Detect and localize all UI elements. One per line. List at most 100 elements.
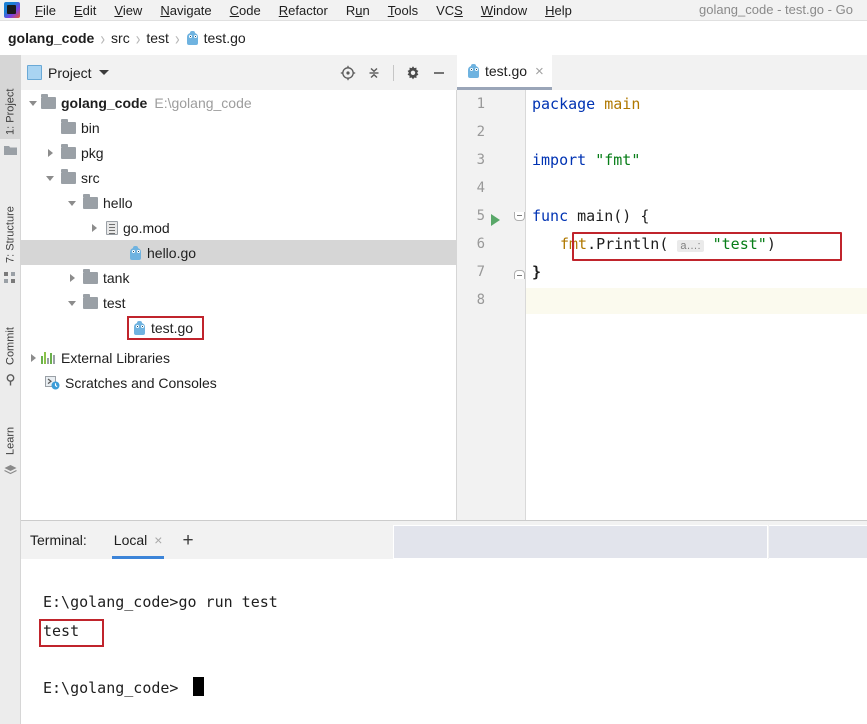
libraries-icon — [41, 351, 56, 364]
window-title: golang_code - test.go - Go — [699, 2, 853, 17]
breadcrumb-item-src[interactable]: src — [111, 30, 130, 46]
folder-icon — [61, 118, 76, 134]
chevron-down-icon[interactable] — [44, 171, 58, 185]
select-opened-file-icon[interactable] — [336, 61, 360, 85]
tree-row-hello[interactable]: hello — [21, 190, 456, 215]
sidebar-item-project[interactable]: 1: Project — [0, 55, 21, 139]
sidebar-item-commit[interactable]: Commit — [0, 301, 21, 369]
terminal-label: Terminal: — [30, 532, 87, 548]
breadcrumb-separator: › — [174, 27, 180, 49]
close-icon[interactable]: × — [154, 532, 162, 548]
caret-row-highlight-text — [526, 288, 867, 314]
tree-row-tank[interactable]: tank — [21, 265, 456, 290]
breadcrumb-item-test[interactable]: test — [146, 30, 169, 46]
tree-path-label: E:\golang_code — [154, 94, 252, 111]
chevron-right-icon[interactable] — [66, 271, 80, 285]
tree-row-bin[interactable]: bin — [21, 115, 456, 140]
fold-close-icon[interactable] — [514, 270, 525, 279]
gear-icon[interactable] — [401, 61, 425, 85]
breadcrumb-item-project[interactable]: golang_code — [8, 30, 94, 46]
minimize-icon[interactable] — [427, 61, 451, 85]
close-icon[interactable]: × — [535, 64, 544, 79]
terminal-header-panel-left — [393, 525, 768, 559]
project-tool-window-title: Project — [48, 64, 92, 81]
menu-item-refactor[interactable]: Refactor — [270, 2, 337, 19]
run-gutter-icon[interactable] — [491, 214, 500, 226]
menu-item-edit[interactable]: Edit — [65, 2, 105, 19]
chevron-right-icon[interactable] — [88, 221, 102, 235]
token-keyword: import — [532, 151, 587, 169]
annotation-box-terminal-output — [39, 619, 104, 647]
commit-icon — [4, 373, 17, 386]
collapse-all-icon[interactable] — [362, 61, 386, 85]
fold-open-icon[interactable] — [514, 212, 525, 221]
menu-item-navigate[interactable]: Navigate — [151, 2, 220, 19]
folder-icon — [83, 293, 98, 309]
menu-item-code[interactable]: Code — [221, 2, 270, 19]
menu-item-window[interactable]: Window — [472, 2, 536, 19]
tree-row-scratches[interactable]: Scratches and Consoles — [21, 370, 456, 395]
tree-label: External Libraries — [61, 349, 170, 366]
line-number: 1 — [476, 96, 485, 112]
token-keyword: func — [532, 207, 569, 225]
token-package-name: main — [604, 95, 641, 113]
stripe-label-project: 1: Project — [4, 88, 17, 135]
go-file-icon — [186, 31, 199, 45]
menu-item-run[interactable]: Run — [337, 2, 379, 19]
project-window-icon — [27, 65, 42, 80]
goland-ide-window: File Edit View Navigate Code Refactor Ru… — [0, 0, 867, 724]
code-line-1: package main — [532, 95, 640, 113]
tree-row-hello-go[interactable]: hello.go — [21, 240, 456, 265]
tree-row-go-mod[interactable]: go.mod — [21, 215, 456, 240]
line-number: 5 — [476, 208, 485, 224]
goland-logo-icon — [4, 2, 20, 18]
chevron-down-icon[interactable] — [98, 70, 109, 75]
sidebar-item-learn[interactable]: Learn — [0, 403, 21, 459]
folder-icon — [41, 93, 56, 109]
menu-item-help[interactable]: Help — [536, 2, 581, 19]
sidebar-item-structure[interactable]: 7: Structure — [0, 167, 21, 267]
gutter-separator — [525, 90, 526, 520]
project-tree[interactable]: golang_code E:\golang_code bin pkg src h… — [21, 90, 457, 520]
tab-test-go[interactable]: test.go × — [457, 55, 552, 90]
learn-icon — [4, 463, 17, 476]
chevron-right-icon[interactable] — [44, 146, 58, 160]
tree-label: golang_code — [61, 94, 148, 111]
menu-item-tools[interactable]: Tools — [379, 2, 427, 19]
tree-row-test-go[interactable]: test.go — [21, 315, 456, 340]
go-mod-icon — [106, 220, 118, 235]
project-tool-window-header: Project — [21, 55, 457, 90]
line-number: 4 — [476, 180, 485, 196]
go-file-icon — [129, 245, 142, 260]
code-line-5: func main() { — [532, 207, 649, 225]
stripe-label-commit: Commit — [4, 327, 17, 365]
terminal-tab-local[interactable]: Local × — [111, 521, 165, 559]
folder-icon — [83, 268, 98, 284]
tree-label: hello — [103, 194, 133, 211]
tree-row-golang_code[interactable]: golang_code E:\golang_code — [21, 90, 456, 115]
go-file-icon — [467, 64, 480, 78]
menu-item-file[interactable]: File — [26, 2, 65, 19]
tree-row-src[interactable]: src — [21, 165, 456, 190]
chevron-down-icon[interactable] — [66, 196, 80, 210]
scratches-icon — [45, 375, 60, 390]
terminal-output[interactable]: E:\golang_code>go run test test E:\golan… — [21, 559, 867, 724]
add-terminal-button[interactable]: + — [182, 531, 193, 550]
line-number: 8 — [476, 292, 485, 308]
code-line-7: } — [532, 263, 541, 281]
menu-item-vcs[interactable]: VCS — [427, 2, 472, 19]
menu-item-view[interactable]: View — [105, 2, 151, 19]
breadcrumb-item-file[interactable]: test.go — [204, 30, 246, 46]
breadcrumb: golang_code › src › test › test.go — [0, 21, 867, 55]
tree-row-external-libraries[interactable]: External Libraries — [21, 345, 456, 370]
chevron-right-icon[interactable] — [27, 351, 41, 365]
tree-row-pkg[interactable]: pkg — [21, 140, 456, 165]
code-editor[interactable]: 1 2 3 4 5 6 7 8 package main import "fmt… — [457, 90, 867, 520]
tree-label: tank — [103, 269, 130, 286]
toolbar-divider — [393, 64, 394, 81]
terminal-line-prompt: E:\golang_code> — [43, 679, 179, 697]
terminal-tab-label: Local — [113, 532, 148, 548]
chevron-down-icon[interactable] — [27, 96, 41, 110]
chevron-down-icon[interactable] — [66, 296, 80, 310]
tree-row-test-folder[interactable]: test — [21, 290, 456, 315]
